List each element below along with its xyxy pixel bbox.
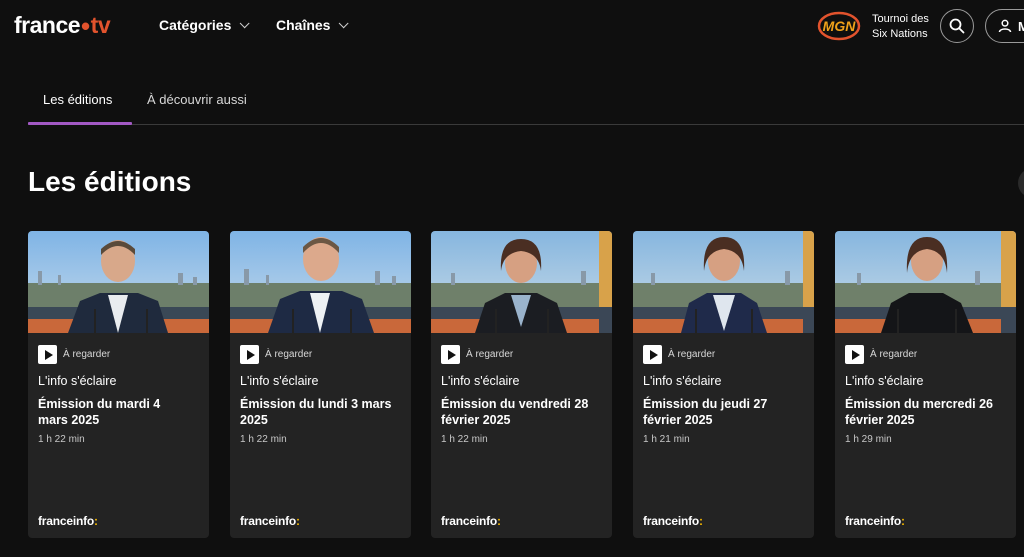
promo-line-1: Tournoi des — [872, 13, 929, 25]
tab-a-decouvrir-aussi[interactable]: À découvrir aussi — [147, 84, 247, 124]
channel-colon: : — [497, 514, 501, 528]
watch-badge: À regarder — [441, 345, 602, 364]
card-body: À regarder L'info s'éclaire Émission du … — [633, 333, 814, 538]
duration: 1 h 21 min — [643, 434, 690, 445]
program-title: L'info s'éclaire — [845, 374, 924, 388]
card-body: À regarder L'info s'éclaire Émission du … — [835, 333, 1016, 538]
duration: 1 h 22 min — [38, 434, 85, 445]
episode-title-line-1: Émission du mardi 4 — [38, 397, 161, 411]
episode-title-line-2: février 2025 — [845, 413, 915, 427]
promo-link[interactable]: Tournoi des Six Nations — [872, 12, 942, 42]
video-card[interactable]: À regarder L'info s'éclaire Émission du … — [835, 231, 1016, 538]
video-card[interactable]: À regarder L'info s'éclaire Émission du … — [431, 231, 612, 538]
episode-title-line-1: Émission du jeudi 27 — [643, 397, 768, 411]
logo-text-france: france — [14, 12, 81, 38]
channel-logo: franceinfo: — [845, 514, 905, 528]
carousel-next-button[interactable] — [1018, 168, 1024, 198]
card-body: À regarder L'info s'éclaire Émission du … — [431, 333, 612, 538]
play-icon — [643, 345, 662, 364]
episode-title: Émission du lundi 3 mars 2025 — [240, 396, 401, 428]
program-title: L'info s'éclaire — [441, 374, 520, 388]
card-body: À regarder L'info s'éclaire Émission du … — [28, 333, 209, 538]
search-icon — [949, 18, 965, 34]
play-icon — [845, 345, 864, 364]
episode-title-line-1: Émission du lundi 3 mars — [240, 397, 392, 411]
episode-title-line-2: février 2025 — [441, 413, 511, 427]
watch-badge-label: À regarder — [63, 349, 111, 360]
svg-text:MGN: MGN — [823, 18, 857, 34]
duration: 1 h 29 min — [845, 434, 892, 445]
video-card[interactable]: À regarder L'info s'éclaire Émission du … — [230, 231, 411, 538]
channel-name: franceinfo — [643, 514, 700, 528]
tab-bar: Les éditions À découvrir aussi — [28, 84, 1024, 125]
video-card[interactable]: À regarder L'info s'éclaire Émission du … — [28, 231, 209, 538]
promo-line-2: Six Nations — [872, 28, 928, 40]
logo-dot: • — [81, 10, 90, 41]
video-thumbnail — [633, 231, 814, 333]
channel-logo: franceinfo: — [240, 514, 300, 528]
channel-logo: franceinfo: — [643, 514, 703, 528]
episode-title-line-2: 2025 — [240, 413, 268, 427]
duration: 1 h 22 min — [441, 434, 488, 445]
channel-name: franceinfo — [845, 514, 902, 528]
logo-text-tv: tv — [90, 12, 111, 38]
nav-chaines-label: Chaînes — [276, 17, 331, 33]
watch-badge-label: À regarder — [870, 349, 918, 360]
episode-title-line-2: mars 2025 — [38, 413, 100, 427]
tab-les-editions[interactable]: Les éditions — [28, 84, 132, 125]
watch-badge: À regarder — [240, 345, 401, 364]
channel-colon: : — [901, 514, 905, 528]
program-title: L'info s'éclaire — [38, 374, 117, 388]
chevron-down-icon — [240, 17, 250, 28]
channel-name: franceinfo — [441, 514, 498, 528]
episode-title-line-1: Émission du vendredi 28 — [441, 397, 589, 411]
user-icon — [998, 19, 1012, 33]
nav-categories-label: Catégories — [159, 17, 232, 33]
watch-badge: À regarder — [643, 345, 804, 364]
account-button[interactable]: M — [985, 9, 1024, 43]
episode-title: Émission du mercredi 26 février 2025 — [845, 396, 1006, 428]
tab-label: À découvrir aussi — [147, 92, 247, 107]
episode-title-line-2: février 2025 — [643, 413, 713, 427]
play-icon — [38, 345, 57, 364]
watch-badge-label: À regarder — [668, 349, 716, 360]
program-title: L'info s'éclaire — [240, 374, 319, 388]
section-title: Les éditions — [28, 166, 192, 197]
video-thumbnail — [230, 231, 411, 333]
top-header: france • tv Catégories Chaînes MGN Tourn… — [0, 0, 1024, 52]
video-thumbnail — [835, 231, 1016, 333]
channel-name: franceinfo — [240, 514, 297, 528]
watch-badge: À regarder — [845, 345, 1006, 364]
watch-badge: À regarder — [38, 345, 199, 364]
card-body: À regarder L'info s'éclaire Émission du … — [230, 333, 411, 538]
play-icon — [240, 345, 259, 364]
account-label: M — [1018, 18, 1024, 34]
sponsor-logo[interactable]: MGN — [816, 10, 862, 42]
play-icon — [441, 345, 460, 364]
video-thumbnail — [431, 231, 612, 333]
episode-title: Émission du jeudi 27 février 2025 — [643, 396, 804, 428]
nav-categories[interactable]: Catégories — [159, 17, 250, 33]
watch-badge-label: À regarder — [466, 349, 514, 360]
tab-label: Les éditions — [43, 92, 113, 107]
channel-colon: : — [296, 514, 300, 528]
episode-title-line-1: Émission du mercredi 26 — [845, 397, 993, 411]
chevron-down-icon — [339, 17, 350, 28]
channel-colon: : — [699, 514, 703, 528]
channel-name: franceinfo — [38, 514, 95, 528]
francetv-logo[interactable]: france • tv — [14, 10, 111, 41]
duration: 1 h 22 min — [240, 434, 287, 445]
channel-logo: franceinfo: — [441, 514, 501, 528]
search-button[interactable] — [940, 9, 974, 43]
channel-colon: : — [94, 514, 98, 528]
episode-title: Émission du mardi 4 mars 2025 — [38, 396, 199, 428]
video-card[interactable]: À regarder L'info s'éclaire Émission du … — [633, 231, 814, 538]
watch-badge-label: À regarder — [265, 349, 313, 360]
nav-chaines[interactable]: Chaînes — [276, 17, 350, 33]
episode-title: Émission du vendredi 28 février 2025 — [441, 396, 602, 428]
channel-logo: franceinfo: — [38, 514, 98, 528]
video-thumbnail — [28, 231, 209, 333]
program-title: L'info s'éclaire — [643, 374, 722, 388]
